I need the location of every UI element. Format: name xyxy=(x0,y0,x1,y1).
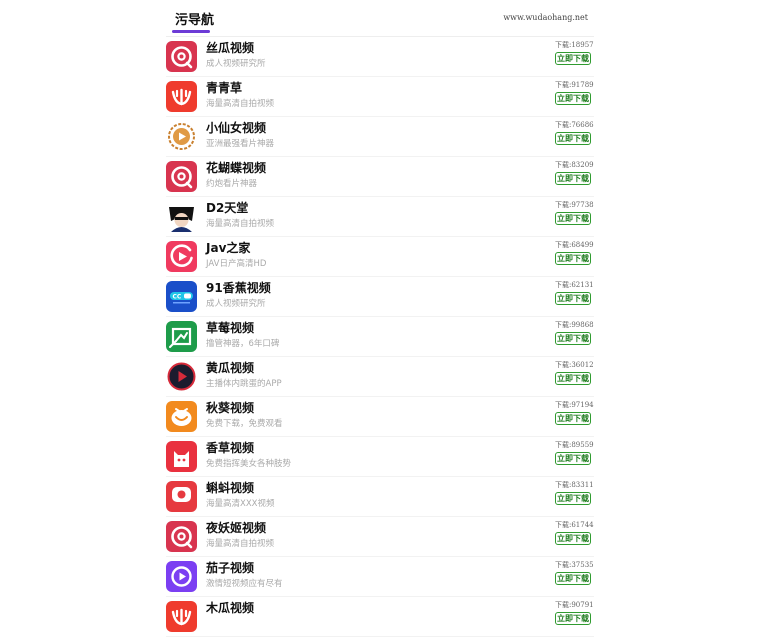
list-item[interactable]: D2天堂海量高清自拍视频 下载:97738 立即下载 xyxy=(166,197,594,237)
app-description: 约炮看片神器 xyxy=(206,179,258,189)
list-item[interactable]: 香草视频免费指挥美女各种肢势 下载:89559 立即下载 xyxy=(166,437,594,477)
app-description: 成人视频研究所 xyxy=(206,59,266,69)
play-ring-icon[interactable] xyxy=(166,121,197,152)
download-button[interactable]: 立即下载 xyxy=(555,412,591,425)
play-circle-icon[interactable] xyxy=(166,241,197,272)
download-count: 下载:68499 xyxy=(555,241,594,249)
list-item[interactable]: ​ 蝌蚪视频海量高清XXX视频 下载:83311 立即下载 xyxy=(166,477,594,517)
brand-underline xyxy=(172,30,210,33)
grass-icon[interactable] xyxy=(166,81,197,112)
app-title[interactable]: 丝瓜视频 xyxy=(206,39,254,56)
download-button[interactable]: 立即下载 xyxy=(555,212,591,225)
download-button[interactable]: 立即下载 xyxy=(555,332,591,345)
download-count: 下载:61744 xyxy=(555,521,594,529)
dark-play-icon[interactable] xyxy=(166,361,197,392)
cat-icon[interactable] xyxy=(166,441,197,472)
list-item[interactable]: Jav之家 JAV日产高清HD 下载:68499 立即下载 xyxy=(166,237,594,277)
app-description: 海量高清自拍视频 xyxy=(206,219,275,229)
download-button[interactable]: 立即下载 xyxy=(555,372,591,385)
list-item[interactable]: 花蝴蝶视频约炮看片神器 下载:83209 立即下载 xyxy=(166,157,594,197)
list-item[interactable]: 秋葵视频免费下载，免费观看 下载:97194 立即下载 xyxy=(166,397,594,437)
download-count: 下载:83209 xyxy=(555,161,594,169)
svg-text:CC: CC xyxy=(173,294,182,301)
avatar-icon[interactable] xyxy=(166,201,197,232)
header: 污导航 www.wudaohang.net xyxy=(166,0,594,37)
download-button[interactable]: 立即下载 xyxy=(555,572,591,585)
app-description: 免费指挥美女各种肢势 xyxy=(206,459,292,469)
download-count: 下载:97738 xyxy=(555,201,594,209)
app-title[interactable]: D2天堂 xyxy=(206,199,248,216)
app-description: JAV日产高清HD xyxy=(206,259,267,269)
app-description: 海量高清自拍视频 xyxy=(206,539,275,549)
purple-play-icon[interactable] xyxy=(166,561,197,592)
app-description: 激情短视频应有尽有 xyxy=(206,579,283,589)
list-item[interactable]: 青青草海量高清自拍视频 下载:91789 立即下载 xyxy=(166,77,594,117)
tv-icon[interactable] xyxy=(166,401,197,432)
list-item[interactable]: 草莓视频撸管神器，6年口碑 下载:99868 立即下载 xyxy=(166,317,594,357)
app-title[interactable]: 小仙女视频 xyxy=(206,119,266,136)
list-item[interactable]: 木瓜视频 下载:90791 立即下载 xyxy=(166,597,594,637)
download-count: 下载:90791 xyxy=(555,601,594,609)
cc-icon[interactable]: CC xyxy=(166,281,197,312)
list-item[interactable]: CC 91香蕉视频成人视频研究所 下载:62131 立即下载 xyxy=(166,277,594,317)
list-item[interactable]: 茄子视频激情短视频应有尽有 下载:37535 立即下载 xyxy=(166,557,594,597)
app-title[interactable]: 91香蕉视频 xyxy=(206,279,271,296)
app-title[interactable]: 秋葵视频 xyxy=(206,399,254,416)
download-button[interactable]: 立即下载 xyxy=(555,172,591,185)
app-title[interactable]: 香草视频 xyxy=(206,439,254,456)
loop-icon[interactable] xyxy=(166,161,197,192)
download-count: 下载:76686 xyxy=(555,121,594,129)
app-title[interactable]: Jav之家 xyxy=(206,239,250,256)
app-description: 免费下载，免费观看 xyxy=(206,419,283,429)
download-count: 下载:62131 xyxy=(555,281,594,289)
kedou-icon[interactable]: ​ xyxy=(166,481,197,512)
download-button[interactable]: 立即下载 xyxy=(555,252,591,265)
app-description: 成人视频研究所 xyxy=(206,299,266,309)
download-button[interactable]: 立即下载 xyxy=(555,532,591,545)
download-button[interactable]: 立即下载 xyxy=(555,612,591,625)
app-title[interactable]: 木瓜视频 xyxy=(206,599,254,616)
download-button[interactable]: 立即下载 xyxy=(555,492,591,505)
app-title[interactable]: 夜妖姬视频 xyxy=(206,519,266,536)
download-count: 下载:37535 xyxy=(555,561,594,569)
download-button[interactable]: 立即下载 xyxy=(555,292,591,305)
app-title[interactable]: 黄瓜视频 xyxy=(206,359,254,376)
download-count: 下载:97194 xyxy=(555,401,594,409)
app-description: 亚洲最强看片神器 xyxy=(206,139,275,149)
app-title[interactable]: 花蝴蝶视频 xyxy=(206,159,266,176)
list-item[interactable]: 夜妖姬视频海量高清自拍视频 下载:61744 立即下载 xyxy=(166,517,594,557)
download-count: 下载:18957 xyxy=(555,41,594,49)
app-title[interactable]: 茄子视频 xyxy=(206,559,254,576)
download-count: 下载:83311 xyxy=(555,481,594,489)
download-count: 下载:36012 xyxy=(555,361,594,369)
download-button[interactable]: 立即下载 xyxy=(555,132,591,145)
app-list: 丝瓜视频 成人视频研究所 下载:18957 立即下载 青青草 海量高清自拍视频 下载:917… xyxy=(166,37,594,637)
download-button[interactable]: 立即下载 xyxy=(555,452,591,465)
list-item[interactable]: 黄瓜视频主播体内跳蛋的APP 下载:36012 立即下载 xyxy=(166,357,594,397)
app-title[interactable]: 草莓视频 xyxy=(206,319,254,336)
grass-icon[interactable] xyxy=(166,601,197,632)
download-count: 下载:89559 xyxy=(555,441,594,449)
site-domain: www.wudaohang.net xyxy=(503,13,588,22)
frame-icon[interactable] xyxy=(166,321,197,352)
loop-icon[interactable] xyxy=(166,41,197,72)
download-button[interactable]: 立即下载 xyxy=(555,92,591,105)
loop-icon[interactable] xyxy=(166,521,197,552)
app-title[interactable]: 青青草 xyxy=(206,79,242,96)
site-brand[interactable]: 污导航 xyxy=(175,9,214,28)
download-button[interactable]: 立即下载 xyxy=(555,52,591,65)
download-count: 下载:99868 xyxy=(555,321,594,329)
list-item[interactable]: 小仙女视频亚洲最强看片神器 下载:76686 立即下载 xyxy=(166,117,594,157)
app-description: 海量高清自拍视频 xyxy=(206,99,275,109)
list-item[interactable]: 丝瓜视频成人视频研究所 下载:18957 立即下载 xyxy=(166,37,594,77)
app-description: 主播体内跳蛋的APP xyxy=(206,379,282,389)
app-description: 撸管神器，6年口碑 xyxy=(206,339,280,349)
app-list-page: 污导航 www.wudaohang.net 丝瓜视频成人视频研究所 下载:1895… xyxy=(166,0,594,637)
download-count: 下载:91789 xyxy=(555,81,594,89)
app-description: 海量高清XXX视频 xyxy=(206,499,275,509)
app-title[interactable]: 蝌蚪视频 xyxy=(206,479,254,496)
